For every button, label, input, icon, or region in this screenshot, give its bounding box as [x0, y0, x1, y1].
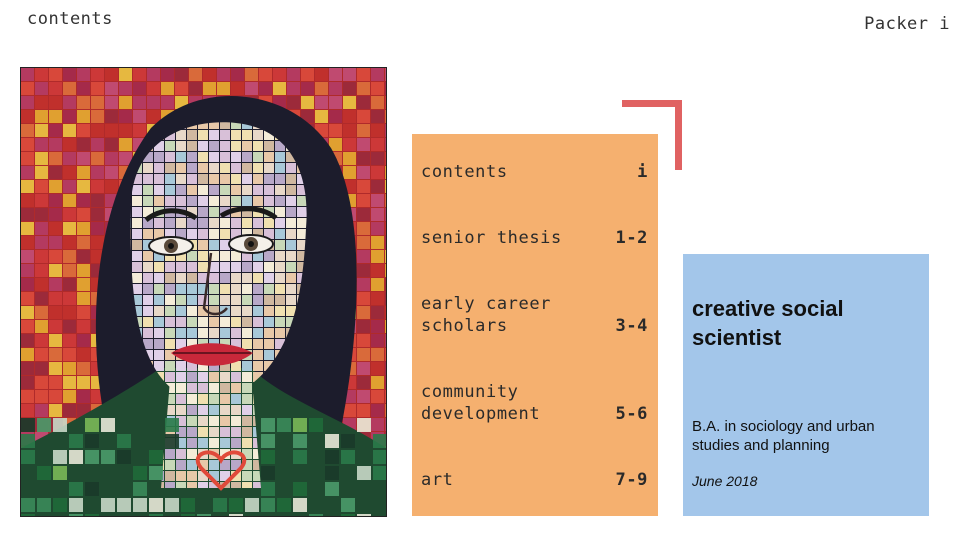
toc-item-label: early career scholars	[421, 294, 552, 336]
slide-title: contents	[27, 9, 113, 29]
toc-item-art[interactable]: art 7-9	[421, 469, 648, 491]
page-label: Packer i	[864, 14, 950, 34]
toc-item-page: 3-4	[615, 316, 648, 336]
toc-item-page: 1-2	[615, 228, 648, 248]
toc-item-label: art	[421, 470, 454, 490]
toc-item-early-career-scholars[interactable]: early career scholars 3-4	[421, 293, 648, 337]
table-of-contents: contents i senior thesis 1-2 early caree…	[412, 134, 658, 516]
toc-item-community-development[interactable]: community development 5-6	[421, 381, 648, 425]
toc-item-page: i	[637, 162, 648, 182]
toc-item-label: community development	[421, 382, 541, 424]
info-date: June 2018	[692, 473, 758, 489]
toc-item-label: contents	[421, 162, 508, 182]
toc-item-page: 7-9	[615, 470, 648, 490]
portrait-painting-image	[21, 68, 386, 516]
toc-item-senior-thesis[interactable]: senior thesis 1-2	[421, 227, 648, 249]
toc-item-page: 5-6	[615, 404, 648, 424]
info-degree: B.A. in sociology and urban studies and …	[692, 418, 875, 454]
toc-item-contents[interactable]: contents i	[421, 161, 648, 183]
info-card: creative social scientist B.A. in sociol…	[683, 254, 929, 516]
info-title: creative social scientist	[692, 296, 844, 350]
toc-item-label: senior thesis	[421, 228, 562, 248]
portrait-painting	[20, 67, 387, 517]
